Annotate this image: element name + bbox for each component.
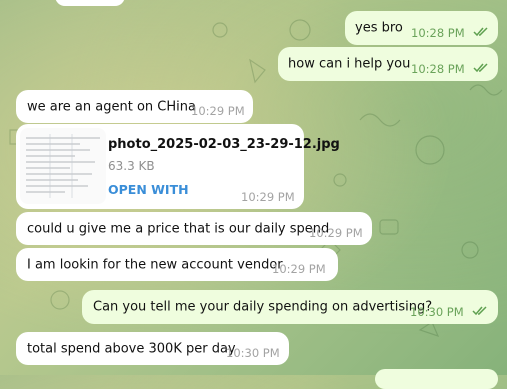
message-bubble-incoming[interactable]: could u give me a price that is our dail… <box>16 212 372 245</box>
message-bubble-outgoing[interactable]: Can you tell me your daily spending on a… <box>82 290 498 324</box>
message-text: Can you tell me your daily spending on a… <box>93 299 433 315</box>
message-time: 10:30 PM <box>226 346 280 360</box>
message-text: total spend above 300K per day <box>27 341 236 356</box>
message-time: 10:28 PM <box>411 26 465 40</box>
message-text: yes bro <box>355 20 403 36</box>
message-bubble-incoming[interactable]: I am lookin for the new account vendor 1… <box>16 248 338 281</box>
photo-thumbnail[interactable] <box>20 128 106 204</box>
message-time: 10:29 PM <box>191 104 245 118</box>
double-check-icon <box>473 63 488 73</box>
file-message-bubble[interactable]: photo_2025-02-03_23-29-12.jpg 63.3 KB OP… <box>16 124 340 209</box>
message-bubble-incoming[interactable]: we are an agent on CHina 10:29 PM <box>16 90 253 123</box>
open-with-link[interactable]: OPEN WITH <box>108 182 189 197</box>
message-bubble-partial <box>55 0 125 6</box>
message-time: 10:28 PM <box>411 62 465 76</box>
message-bubble-outgoing[interactable]: yes bro 10:28 PM <box>345 11 498 45</box>
double-check-icon <box>473 27 488 37</box>
message-time: 10:29 PM <box>241 190 295 204</box>
file-size: 63.3 KB <box>108 159 155 173</box>
message-bubble-partial <box>375 369 498 389</box>
message-time: 10:30 PM <box>410 305 464 319</box>
document-preview-icon <box>26 134 100 198</box>
file-name: photo_2025-02-03_23-29-12.jpg <box>108 137 340 152</box>
message-text: could u give me a price that is our dail… <box>27 221 330 236</box>
message-time: 10:29 PM <box>309 226 363 240</box>
message-time: 10:29 PM <box>272 262 326 276</box>
message-bubble-outgoing[interactable]: how can i help you 10:28 PM <box>278 47 498 81</box>
double-check-icon <box>472 306 487 316</box>
message-text: how can i help you <box>288 56 411 72</box>
message-text: I am lookin for the new account vendor <box>27 257 283 272</box>
message-text: we are an agent on CHina <box>27 99 196 114</box>
message-bubble-incoming[interactable]: total spend above 300K per day 10:30 PM <box>16 332 289 365</box>
